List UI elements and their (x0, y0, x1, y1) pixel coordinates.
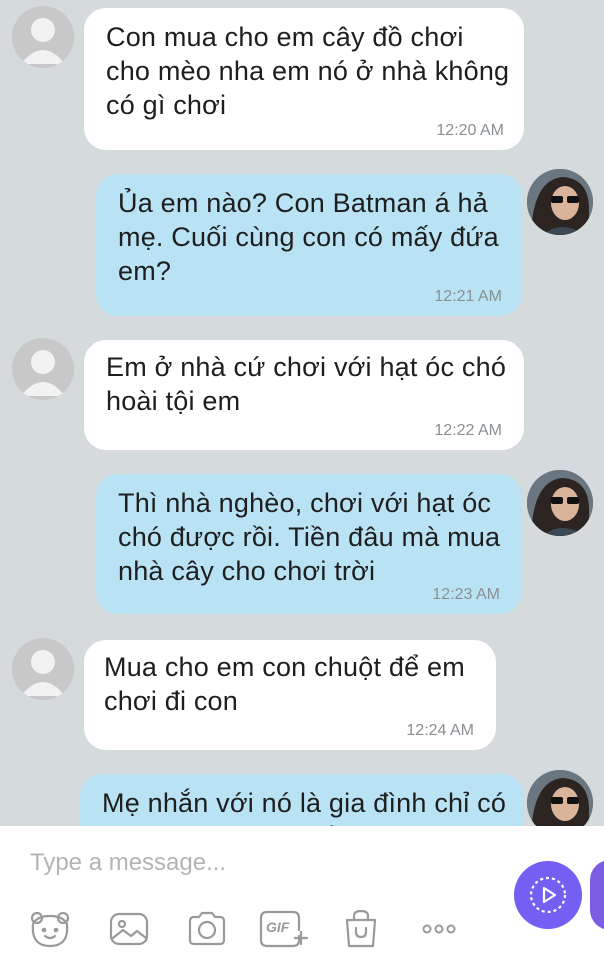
voice-video-button[interactable] (514, 861, 582, 929)
gallery-icon[interactable] (106, 906, 152, 952)
message-input[interactable] (30, 846, 430, 880)
message-bubble-outgoing[interactable]: Thì nhà nghèo, chơi với hạt óc chó được … (96, 474, 522, 614)
message-timestamp: 12:24 AM (406, 722, 474, 739)
message-bubble-incoming[interactable]: Em ở nhà cứ chơi với hạt óc chó hoài tội… (84, 340, 524, 450)
message-timestamp: 12:21 AM (434, 288, 502, 305)
message-text: Con mua cho em cây đồ chơi cho mèo nha e… (106, 22, 510, 120)
message-bubble-incoming[interactable]: Mua cho em con chuột để em chơi đi con 1… (84, 640, 496, 750)
extra-action-button[interactable] (590, 860, 604, 930)
contact-avatar[interactable] (12, 638, 74, 700)
gif-icon[interactable]: GIF (259, 906, 309, 952)
chat-thread[interactable]: Con mua cho em cây đồ chơi cho mèo nha e… (0, 0, 604, 826)
message-timestamp: 12:23 AM (432, 586, 500, 603)
more-icon[interactable] (418, 906, 464, 952)
message-bubble-incoming[interactable]: Con mua cho em cây đồ chơi cho mèo nha e… (84, 8, 524, 150)
sticker-icon[interactable] (27, 906, 73, 952)
message-text: Thì nhà nghèo, chơi với hạt óc chó được … (118, 488, 501, 586)
user-avatar[interactable] (527, 169, 593, 235)
user-avatar[interactable] (527, 770, 593, 826)
message-text: Em ở nhà cứ chơi với hạt óc chó hoài tội… (106, 352, 507, 416)
contact-avatar[interactable] (12, 338, 74, 400)
gif-label: GIF (266, 919, 290, 935)
user-avatar[interactable] (527, 470, 593, 536)
shopping-bag-icon[interactable] (338, 906, 384, 952)
camera-icon[interactable] (184, 906, 230, 952)
contact-avatar[interactable] (12, 6, 74, 68)
message-text: Mua cho em con chuột để em chơi đi con (104, 652, 465, 716)
message-text: Ủa em nào? Con Batman á hả mẹ. Cuối cùng… (118, 188, 499, 286)
message-text: Mẹ nhắn với nó là gia đình chỉ có ó chó … (102, 788, 507, 826)
message-bubble-outgoing[interactable]: Mẹ nhắn với nó là gia đình chỉ có ó chó … (80, 774, 524, 826)
message-timestamp: 12:20 AM (436, 122, 504, 139)
message-timestamp: 12:22 AM (434, 422, 502, 439)
message-bubble-outgoing[interactable]: Ủa em nào? Con Batman á hả mẹ. Cuối cùng… (96, 174, 522, 316)
